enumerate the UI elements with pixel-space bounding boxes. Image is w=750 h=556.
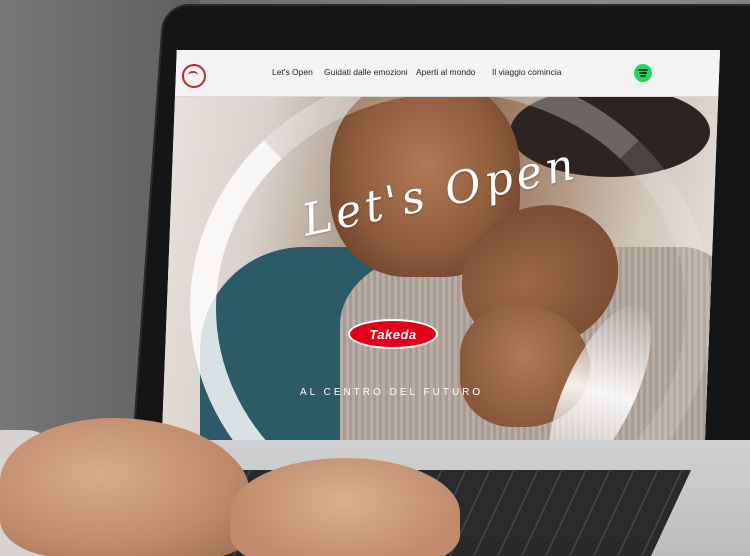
nav-item-guidati[interactable]: Guidati dalle emozioni [324,67,408,77]
hero-banner: Let's Open Takeda AL CENTRO DEL FUTURO [160,97,720,486]
takeda-logo: Takeda [348,319,438,349]
nav-item-aperti[interactable]: Aperti al mondo [416,67,476,77]
takeda-circle-logo-icon[interactable] [182,64,206,88]
photo-scene: Let's Open Guidati dalle emozioni Aperti… [0,0,750,556]
nav-item-viaggio[interactable]: Il viaggio comincia [492,67,561,77]
brush-ring [190,97,712,486]
site-navbar: Let's Open Guidati dalle emozioni Aperti… [160,50,720,97]
nav-item-lets-open[interactable]: Let's Open [272,67,313,77]
spotify-icon[interactable] [634,64,652,82]
hero-tagline: AL CENTRO DEL FUTURO [300,387,484,398]
laptop-screen: Let's Open Guidati dalle emozioni Aperti… [160,50,720,486]
